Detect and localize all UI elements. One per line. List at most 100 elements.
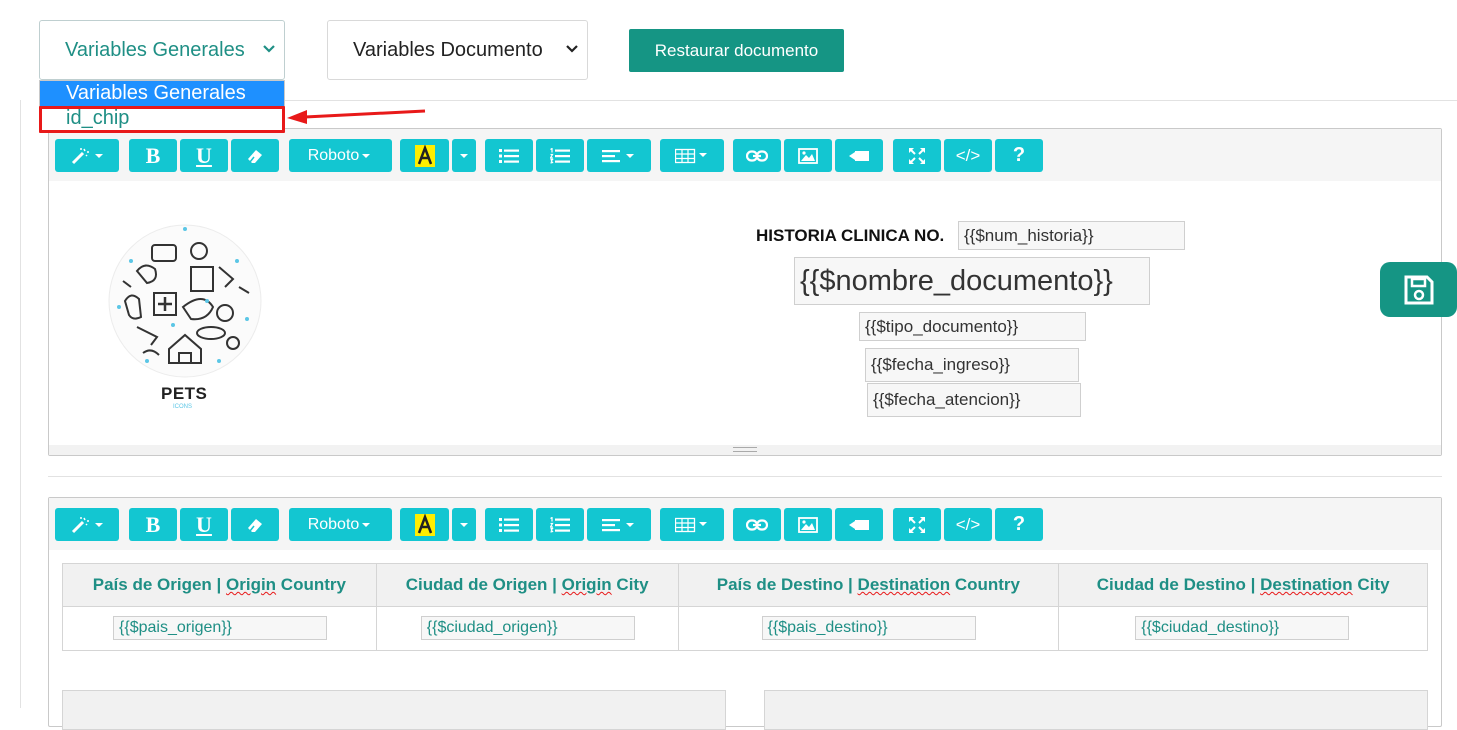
header-text-english: Destination xyxy=(1260,575,1353,594)
numbered-list-icon xyxy=(550,516,570,533)
ordered-list-button[interactable] xyxy=(536,508,584,541)
chevron-down-icon xyxy=(566,45,578,53)
eraser-button[interactable] xyxy=(231,139,279,172)
resize-grip-icon xyxy=(733,447,757,452)
fullscreen-button[interactable] xyxy=(893,139,941,172)
column-header-destination-country: País de Destino | Destination Country xyxy=(677,563,1060,607)
column-header-origin-country: País de Origen | Origin Country xyxy=(62,563,377,607)
video-button[interactable] xyxy=(835,508,883,541)
editor-toolbar: B U Roboto </> ? xyxy=(49,129,1441,181)
table-cell: {{$pais_origen}} xyxy=(62,606,377,651)
caret-down-icon xyxy=(362,153,371,158)
color-dropdown-button[interactable] xyxy=(452,508,476,541)
eraser-icon xyxy=(248,149,262,163)
logo-subtext: ICONS xyxy=(173,404,193,410)
header-text: País de Origen | xyxy=(92,575,227,594)
general-variables-select-value: Variables Generales xyxy=(65,38,245,61)
font-family-button[interactable]: Roboto xyxy=(289,139,392,172)
bullet-list-icon xyxy=(499,517,519,532)
table-icon xyxy=(675,148,707,163)
bold-button[interactable]: B xyxy=(129,139,177,172)
help-button[interactable]: ? xyxy=(995,139,1043,172)
code-view-button[interactable]: </> xyxy=(944,139,992,172)
column-header-origin-city: Ciudad de Origen | Origin City xyxy=(375,563,679,607)
font-family-button[interactable]: Roboto xyxy=(289,508,392,541)
floppy-disk-icon xyxy=(1404,275,1433,304)
paragraph-align-button[interactable] xyxy=(587,139,651,172)
color-dropdown-button[interactable] xyxy=(452,139,476,172)
nombre-documento-field[interactable]: {{$nombre_documento}} xyxy=(794,257,1150,305)
pais-destino-field[interactable]: {{$pais_destino}} xyxy=(761,616,976,640)
eraser-button[interactable] xyxy=(231,508,279,541)
underline-button[interactable]: U xyxy=(180,508,228,541)
left-frame-line xyxy=(20,100,21,708)
resize-bar[interactable] xyxy=(49,445,1441,455)
bullet-list-icon xyxy=(499,148,519,163)
table-cell: {{$ciudad_destino}} xyxy=(1058,606,1428,651)
logo-text: PETS xyxy=(161,384,208,403)
numbered-list-icon xyxy=(550,147,570,164)
eraser-icon xyxy=(248,518,262,532)
pets-logo xyxy=(108,224,262,378)
unordered-list-button[interactable] xyxy=(485,508,533,541)
magic-wand-style-button[interactable] xyxy=(55,508,119,541)
highlight-box xyxy=(39,106,285,133)
image-button[interactable] xyxy=(784,139,832,172)
bold-button[interactable]: B xyxy=(129,508,177,541)
fullscreen-icon xyxy=(909,147,925,164)
restore-document-button[interactable]: Restaurar documento xyxy=(629,29,844,72)
top-divider xyxy=(285,100,1457,101)
paragraph-align-button[interactable] xyxy=(587,508,651,541)
num-historia-field[interactable]: {{$num_historia}} xyxy=(958,221,1185,250)
font-family-label: Roboto xyxy=(307,515,360,533)
general-variables-select[interactable]: Variables Generales xyxy=(39,20,285,80)
image-icon xyxy=(798,516,818,533)
header-text: Ciudad de Destino | xyxy=(1096,575,1261,594)
document-variables-select-value: Variables Documento xyxy=(353,38,543,61)
highlight-a-icon xyxy=(414,513,435,536)
fullscreen-icon xyxy=(909,516,925,533)
magic-wand-style-button[interactable] xyxy=(55,139,119,172)
table-cell: {{$ciudad_origen}} xyxy=(375,606,679,651)
header-text: Ciudad de Origen | xyxy=(405,575,562,594)
route-info-editor: B U Roboto </> ? País de Origen | Origin… xyxy=(48,497,1442,730)
route-table: País de Origen | Origin Country Ciudad d… xyxy=(62,563,1428,651)
highlight-a-icon xyxy=(414,144,435,167)
save-button[interactable] xyxy=(1380,262,1457,317)
pais-origen-field[interactable]: {{$pais_origen}} xyxy=(113,616,327,640)
unordered-list-button[interactable] xyxy=(485,139,533,172)
text-color-button[interactable] xyxy=(400,508,449,541)
caret-down-icon xyxy=(362,522,371,527)
align-left-icon xyxy=(602,518,634,531)
video-button[interactable] xyxy=(835,139,883,172)
video-icon xyxy=(849,519,869,530)
header-text: City xyxy=(611,575,649,594)
ciudad-destino-field[interactable]: {{$ciudad_destino}} xyxy=(1135,616,1350,640)
mid-divider xyxy=(48,476,1442,477)
tipo-documento-field[interactable]: {{$tipo_documento}} xyxy=(859,312,1086,341)
caret-down-icon xyxy=(460,153,468,158)
next-table-left xyxy=(62,690,726,730)
fecha-atencion-field[interactable]: {{$fecha_atencion}} xyxy=(867,383,1081,417)
help-button[interactable]: ? xyxy=(995,508,1043,541)
header-text: Country xyxy=(276,575,346,594)
fecha-ingreso-field[interactable]: {{$fecha_ingreso}} xyxy=(865,348,1079,382)
text-color-button[interactable] xyxy=(400,139,449,172)
underline-button[interactable]: U xyxy=(180,139,228,172)
ciudad-origen-field[interactable]: {{$ciudad_origen}} xyxy=(420,616,635,640)
video-icon xyxy=(849,150,869,161)
document-header-editor: B U Roboto </> ? PETS ICONS HISTORIA CLI… xyxy=(48,128,1442,456)
fullscreen-button[interactable] xyxy=(893,508,941,541)
ordered-list-button[interactable] xyxy=(536,139,584,172)
document-variables-select[interactable]: Variables Documento xyxy=(327,20,588,80)
column-header-destination-city: Ciudad de Destino | Destination City xyxy=(1058,563,1428,607)
image-button[interactable] xyxy=(784,508,832,541)
code-view-button[interactable]: </> xyxy=(944,508,992,541)
link-button[interactable] xyxy=(733,139,781,172)
editor-toolbar: B U Roboto </> ? xyxy=(49,498,1441,550)
link-button[interactable] xyxy=(733,508,781,541)
dropdown-option-variables-generales[interactable]: Variables Generales xyxy=(40,81,284,106)
table-button[interactable] xyxy=(660,139,724,172)
table-button[interactable] xyxy=(660,508,724,541)
align-left-icon xyxy=(602,149,634,162)
